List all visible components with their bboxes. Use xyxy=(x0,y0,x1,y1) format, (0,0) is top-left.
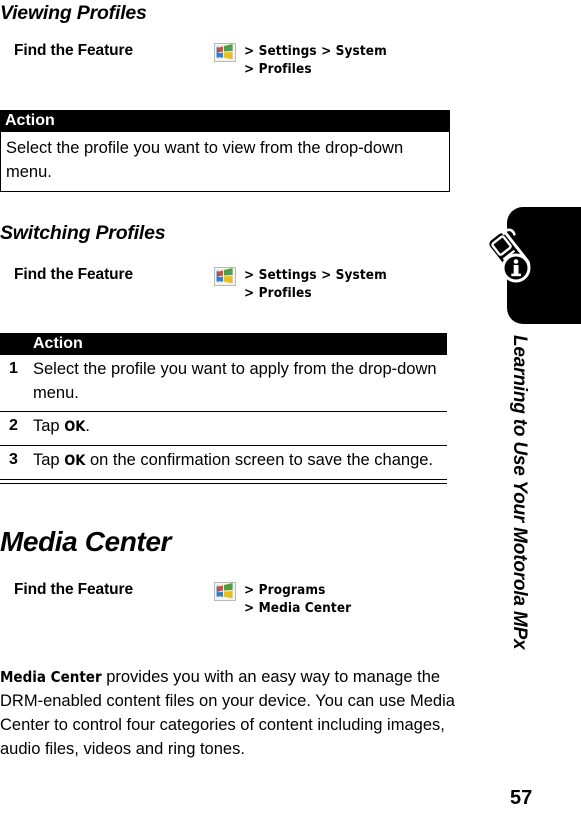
paragraph-emphasis: Media Center xyxy=(0,667,102,686)
action-table-1: Action Select the profile you want to vi… xyxy=(0,110,450,192)
find-the-feature-label: Find the Feature xyxy=(14,266,133,283)
windows-start-icon xyxy=(214,43,236,62)
media-center-paragraph: Media Center provides you with an easy w… xyxy=(0,665,480,761)
table-header-row: Action xyxy=(0,110,450,132)
chapter-tab-label: Learning to Use Your Motorola MPx xyxy=(508,335,536,735)
table-header-row: Action xyxy=(0,333,447,355)
step-text-post: on the confirmation screen to save the c… xyxy=(85,451,434,469)
table-body-cell: Select the profile you want to view from… xyxy=(0,132,450,192)
step-number: 1 xyxy=(9,360,18,377)
step-number: 2 xyxy=(9,417,18,434)
step-text: Tap OK. xyxy=(33,414,447,439)
table-row: 2 Tap OK. xyxy=(0,412,447,446)
section-heading-viewing-profiles: Viewing Profiles xyxy=(0,2,147,24)
find-the-feature-path-line-1: > Settings > System xyxy=(244,267,387,283)
step-text-emphasis: OK xyxy=(64,419,86,435)
step-text: Select the profile you want to apply fro… xyxy=(33,357,447,405)
page-content: Viewing Profiles Find the Feature > Sett… xyxy=(0,0,490,818)
phone-info-icon xyxy=(481,228,543,290)
find-the-feature-path-line-1: > Programs xyxy=(244,582,326,598)
action-table-2: Action 1 Select the profile you want to … xyxy=(0,333,447,484)
windows-start-icon xyxy=(214,582,236,601)
step-text-pre: Tap xyxy=(33,417,65,435)
step-text-pre: Tap xyxy=(33,451,65,469)
find-the-feature-path: > Programs > Media Center xyxy=(214,581,464,617)
find-the-feature-label: Find the Feature xyxy=(14,42,133,59)
step-text-pre: Select the profile you want to apply fro… xyxy=(33,360,437,402)
page-number: 57 xyxy=(510,787,533,809)
find-the-feature-path-line-1: > Settings > System xyxy=(244,43,387,59)
step-text-emphasis: OK xyxy=(64,453,86,469)
chapter-tab-label-text: Learning to Use Your Motorola MPx xyxy=(509,335,530,650)
find-the-feature-path-line-2: > Profiles xyxy=(244,285,312,301)
find-the-feature-path-line-2: > Media Center xyxy=(244,600,352,616)
section-heading-switching-profiles: Switching Profiles xyxy=(0,222,166,244)
find-the-feature-path: > Settings > System > Profiles xyxy=(214,266,464,302)
step-number: 3 xyxy=(9,451,18,468)
table-row: 1 Select the profile you want to apply f… xyxy=(0,355,447,412)
find-the-feature-path-line-2: > Profiles xyxy=(244,61,312,77)
table-row: 3 Tap OK on the confirmation screen to s… xyxy=(0,446,447,480)
windows-start-icon xyxy=(214,267,236,286)
find-the-feature-label: Find the Feature xyxy=(14,581,133,598)
table-column-header-action: Action xyxy=(5,112,55,129)
step-text: Tap OK on the confirmation screen to sav… xyxy=(33,448,447,473)
table-column-header-action: Action xyxy=(33,335,83,352)
find-the-feature-path: > Settings > System > Profiles xyxy=(214,42,464,78)
section-heading-media-center: Media Center xyxy=(0,526,172,557)
step-text-post: . xyxy=(85,417,90,435)
table-bottom-rule xyxy=(0,480,447,484)
